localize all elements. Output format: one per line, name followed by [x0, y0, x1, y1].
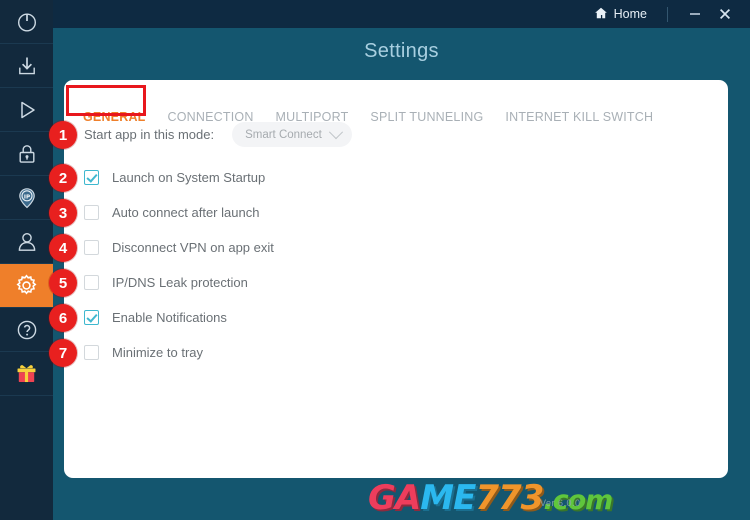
sidebar-item-help[interactable] — [0, 308, 53, 352]
checkbox-enable-notifications[interactable] — [84, 309, 99, 325]
app-window: IP Home Settings GENERAL CONNECTION MULT… — [0, 0, 750, 520]
option-label: Auto connect after launch — [112, 204, 260, 220]
user-icon — [15, 230, 39, 254]
start-mode-label: Start app in this mode: — [84, 127, 215, 142]
tab-split-tunneling[interactable]: SPLIT TUNNELING — [359, 106, 494, 128]
home-icon — [594, 6, 608, 23]
option-row-minimize-to-tray[interactable]: Minimize to tray — [84, 338, 203, 366]
option-label: IP/DNS Leak protection — [112, 274, 248, 290]
option-label: Disconnect VPN on app exit — [112, 239, 274, 255]
minimize-icon — [688, 7, 702, 21]
watermark-part-m: M — [420, 478, 454, 518]
start-mode-row: Start app in this mode: Smart Connect — [84, 122, 353, 147]
watermark-version: Ver 6.0.0 — [540, 498, 581, 508]
home-button[interactable]: Home — [588, 4, 653, 25]
sidebar-item-lock[interactable] — [0, 132, 53, 176]
watermark-part-e: E — [453, 478, 476, 518]
start-mode-value: Smart Connect — [245, 128, 322, 141]
help-icon — [15, 318, 39, 342]
titlebar: Home — [53, 0, 750, 28]
option-label: Enable Notifications — [112, 309, 227, 325]
start-mode-dropdown[interactable]: Smart Connect — [232, 122, 353, 147]
close-button[interactable] — [710, 3, 740, 25]
tab-internet-kill-switch[interactable]: INTERNET KILL SWITCH — [494, 106, 664, 128]
sidebar-item-download[interactable] — [0, 44, 53, 88]
download-icon — [15, 54, 39, 78]
annotation-badge-7: 7 — [49, 339, 77, 367]
option-row-disconnect-vpn-on-app-exit[interactable]: Disconnect VPN on app exit — [84, 233, 274, 261]
sidebar: IP — [0, 0, 53, 520]
watermark-part-g: G — [368, 478, 396, 518]
annotation-badge-2: 2 — [49, 164, 77, 192]
annotation-badge-4: 4 — [49, 234, 77, 262]
annotation-badge-6: 6 — [49, 304, 77, 332]
annotation-badge-1: 1 — [49, 121, 77, 149]
watermark-part-number: 773 — [475, 478, 544, 518]
checkbox-disconnect-vpn-on-app-exit[interactable] — [84, 239, 99, 255]
home-label: Home — [613, 7, 647, 21]
titlebar-divider — [667, 6, 668, 22]
sidebar-item-settings[interactable] — [0, 264, 53, 308]
watermark-part-a: A — [394, 478, 421, 518]
checkbox-ip-dns-leak-protection[interactable] — [84, 274, 99, 290]
checkbox-minimize-to-tray[interactable] — [84, 344, 99, 360]
svg-text:IP: IP — [23, 194, 29, 200]
option-label: Minimize to tray — [112, 344, 204, 360]
option-row-enable-notifications[interactable]: Enable Notifications — [84, 303, 227, 331]
annotation-badge-5: 5 — [49, 269, 77, 297]
gear-icon — [14, 273, 39, 298]
annotation-badge-3: 3 — [49, 199, 77, 227]
sidebar-item-ip[interactable]: IP — [0, 176, 53, 220]
sidebar-item-gift[interactable] — [0, 352, 53, 396]
power-icon — [15, 10, 39, 34]
close-icon — [718, 7, 732, 21]
sidebar-item-play[interactable] — [0, 88, 53, 132]
checkbox-launch-on-system-startup[interactable] — [84, 169, 99, 185]
settings-card: GENERAL CONNECTION MULTIPORT SPLIT TUNNE… — [64, 80, 728, 478]
option-label: Launch on System Startup — [112, 169, 266, 185]
chevron-down-icon — [329, 124, 344, 139]
checkbox-auto-connect-after-launch[interactable] — [84, 204, 99, 220]
lock-icon — [15, 142, 39, 166]
sidebar-item-power[interactable] — [0, 0, 53, 44]
ip-pin-icon: IP — [15, 186, 39, 210]
content-area: Settings GENERAL CONNECTION MULTIPORT SP… — [53, 28, 750, 520]
gift-icon — [14, 361, 39, 386]
option-row-launch-on-system-startup[interactable]: Launch on System Startup — [84, 163, 265, 191]
page-title: Settings — [364, 40, 439, 62]
sidebar-item-account[interactable] — [0, 220, 53, 264]
minimize-button[interactable] — [680, 3, 710, 25]
option-row-ip-dns-leak-protection[interactable]: IP/DNS Leak protection — [84, 268, 248, 296]
play-icon — [15, 98, 39, 122]
option-row-auto-connect-after-launch[interactable]: Auto connect after launch — [84, 198, 259, 226]
